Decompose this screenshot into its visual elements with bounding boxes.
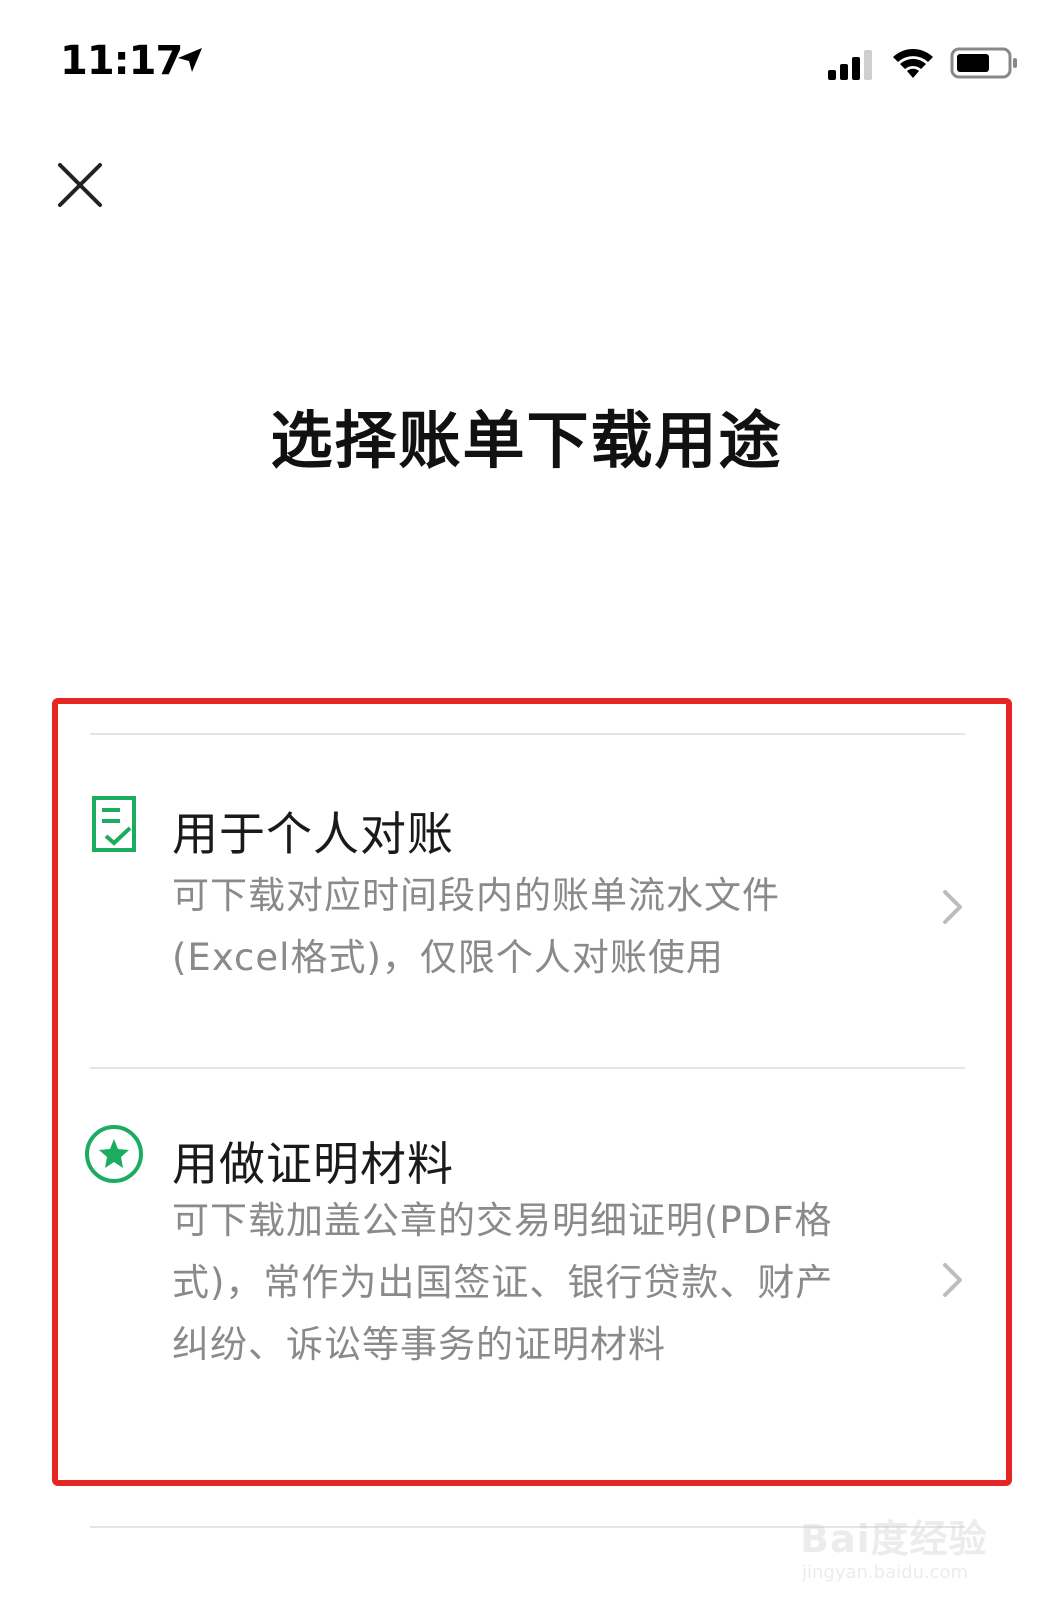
option-description: 可下载对应时间段内的账单流水文件(Excel格式)，仅限个人对账使用 xyxy=(172,874,780,979)
option-personal-reconciliation[interactable]: 用于个人对账 可下载对应时间段内的账单流水文件(Excel格式)，仅限个人对账使… xyxy=(60,770,1005,1060)
close-button[interactable] xyxy=(50,155,110,215)
option-title: 用于个人对账 xyxy=(172,807,454,861)
status-time: 11:17 xyxy=(60,38,183,84)
watermark-brand: Bai度经验 xyxy=(800,1517,988,1561)
chevron-right-icon xyxy=(943,890,962,924)
close-icon xyxy=(58,163,102,207)
battery-icon xyxy=(950,47,1017,79)
signal-icon xyxy=(828,50,872,80)
option-title: 用做证明材料 xyxy=(172,1137,454,1191)
location-arrow-icon xyxy=(178,48,202,72)
baidu-watermark: Bai度经验 jingyan.baidu.com xyxy=(800,1490,1020,1590)
watermark-url: jingyan.baidu.com xyxy=(802,1562,969,1583)
option-description: 可下载加盖公章的交易明细证明(PDF格式)，常作为出国签证、银行贷款、财产纠纷、… xyxy=(172,1199,834,1366)
star-badge-icon xyxy=(85,1125,143,1183)
status-bar: 11:17 xyxy=(0,0,1053,130)
option-proof-document[interactable]: 用做证明材料 可下载加盖公章的交易明细证明(PDF格式)，常作为出国签证、银行贷… xyxy=(60,1100,1005,1480)
wifi-icon xyxy=(893,49,933,78)
checklist-icon xyxy=(92,796,136,852)
divider-top xyxy=(90,733,965,735)
chevron-right-icon xyxy=(943,1263,962,1297)
divider-middle xyxy=(90,1067,965,1069)
page-title: 选择账单下载用途 xyxy=(270,404,783,477)
